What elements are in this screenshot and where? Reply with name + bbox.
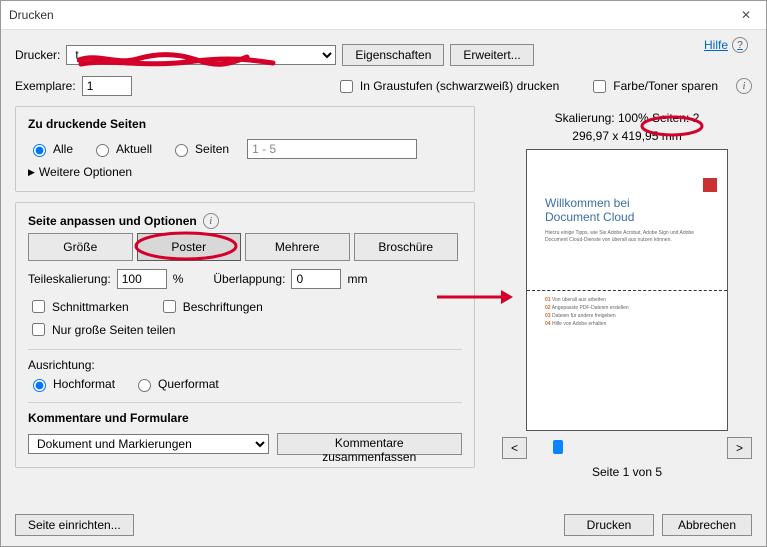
cancel-button[interactable]: Abbrechen [662, 514, 752, 536]
pages-all-radio[interactable]: Alle [28, 141, 73, 157]
adobe-logo-icon [703, 178, 717, 192]
grayscale-checkbox[interactable]: In Graustufen (schwarzweiß) drucken [336, 77, 559, 96]
sizing-group: Seite anpassen und Optionen i Größe Post… [15, 202, 475, 468]
labels-checkbox[interactable]: Beschriftungen [159, 297, 263, 316]
tile-scale-label: Teileskalierung: [28, 272, 111, 286]
comments-select[interactable]: Dokument und Markierungen [28, 434, 269, 454]
only-large-checkbox[interactable]: Nur große Seiten teilen [28, 320, 462, 339]
preview-pane: Skalierung: 100% Seiten: 2 296,97 x 419,… [502, 111, 752, 479]
advanced-button[interactable]: Erweitert... [450, 44, 533, 66]
chevron-right-icon: ▶ [28, 167, 35, 178]
pages-range-input[interactable] [247, 139, 417, 159]
pages-group: Zu druckende Seiten Alle Aktuell Seiten … [15, 106, 475, 192]
page-slider[interactable] [533, 440, 721, 456]
size-tab[interactable]: Größe [28, 233, 133, 261]
scale-readout: Skalierung: 100% Seiten: 2 [502, 111, 752, 125]
copies-label: Exemplare: [15, 79, 76, 93]
pages-range-radio[interactable]: Seiten [170, 141, 229, 157]
info-icon[interactable]: i [203, 213, 219, 229]
more-options-toggle[interactable]: ▶ Weitere Optionen [28, 165, 462, 179]
comments-title: Kommentare und Formulare [28, 411, 462, 425]
print-button[interactable]: Drucken [564, 514, 654, 536]
help-link[interactable]: Hilfe ? [704, 37, 748, 53]
save-toner-checkbox[interactable]: Farbe/Toner sparen [589, 77, 718, 96]
close-icon[interactable]: ✕ [726, 1, 766, 29]
portrait-radio[interactable]: Hochformat [28, 376, 115, 392]
print-dialog: Drucken ✕ Hilfe ? Drucker: t Eigenschaft… [0, 0, 767, 547]
page-indicator: Seite 1 von 5 [502, 465, 752, 479]
printer-select[interactable]: t [66, 45, 336, 65]
help-icon: ? [732, 37, 748, 53]
multiple-tab[interactable]: Mehrere [245, 233, 350, 261]
cutmarks-checkbox[interactable]: Schnittmarken [28, 297, 129, 316]
summarize-comments-button[interactable]: Kommentare zusammenfassen [277, 433, 463, 455]
next-page-button[interactable]: > [727, 437, 752, 459]
printer-label: Drucker: [15, 48, 60, 62]
window-title: Drucken [9, 8, 54, 22]
pages-title: Zu druckende Seiten [28, 117, 462, 131]
landscape-radio[interactable]: Querformat [133, 376, 219, 392]
orientation-label: Ausrichtung: [28, 358, 462, 372]
copies-input[interactable] [82, 76, 132, 96]
pages-current-radio[interactable]: Aktuell [91, 141, 152, 157]
page-setup-button[interactable]: Seite einrichten... [15, 514, 134, 536]
poster-tab[interactable]: Poster [137, 233, 242, 261]
page-dimensions: 296,97 x 419,95 mm [502, 129, 752, 143]
tile-split-line [527, 290, 727, 291]
sizing-title: Seite anpassen und Optionen [28, 214, 197, 228]
info-icon[interactable]: i [736, 78, 752, 94]
overlap-label: Überlappung: [213, 272, 285, 286]
titlebar: Drucken ✕ [1, 1, 766, 30]
properties-button[interactable]: Eigenschaften [342, 44, 444, 66]
tile-scale-input[interactable] [117, 269, 167, 289]
booklet-tab[interactable]: Broschüre [354, 233, 459, 261]
page-preview: Willkommen beiDocument Cloud Hierzu eini… [526, 149, 728, 431]
overlap-input[interactable] [291, 269, 341, 289]
prev-page-button[interactable]: < [502, 437, 527, 459]
